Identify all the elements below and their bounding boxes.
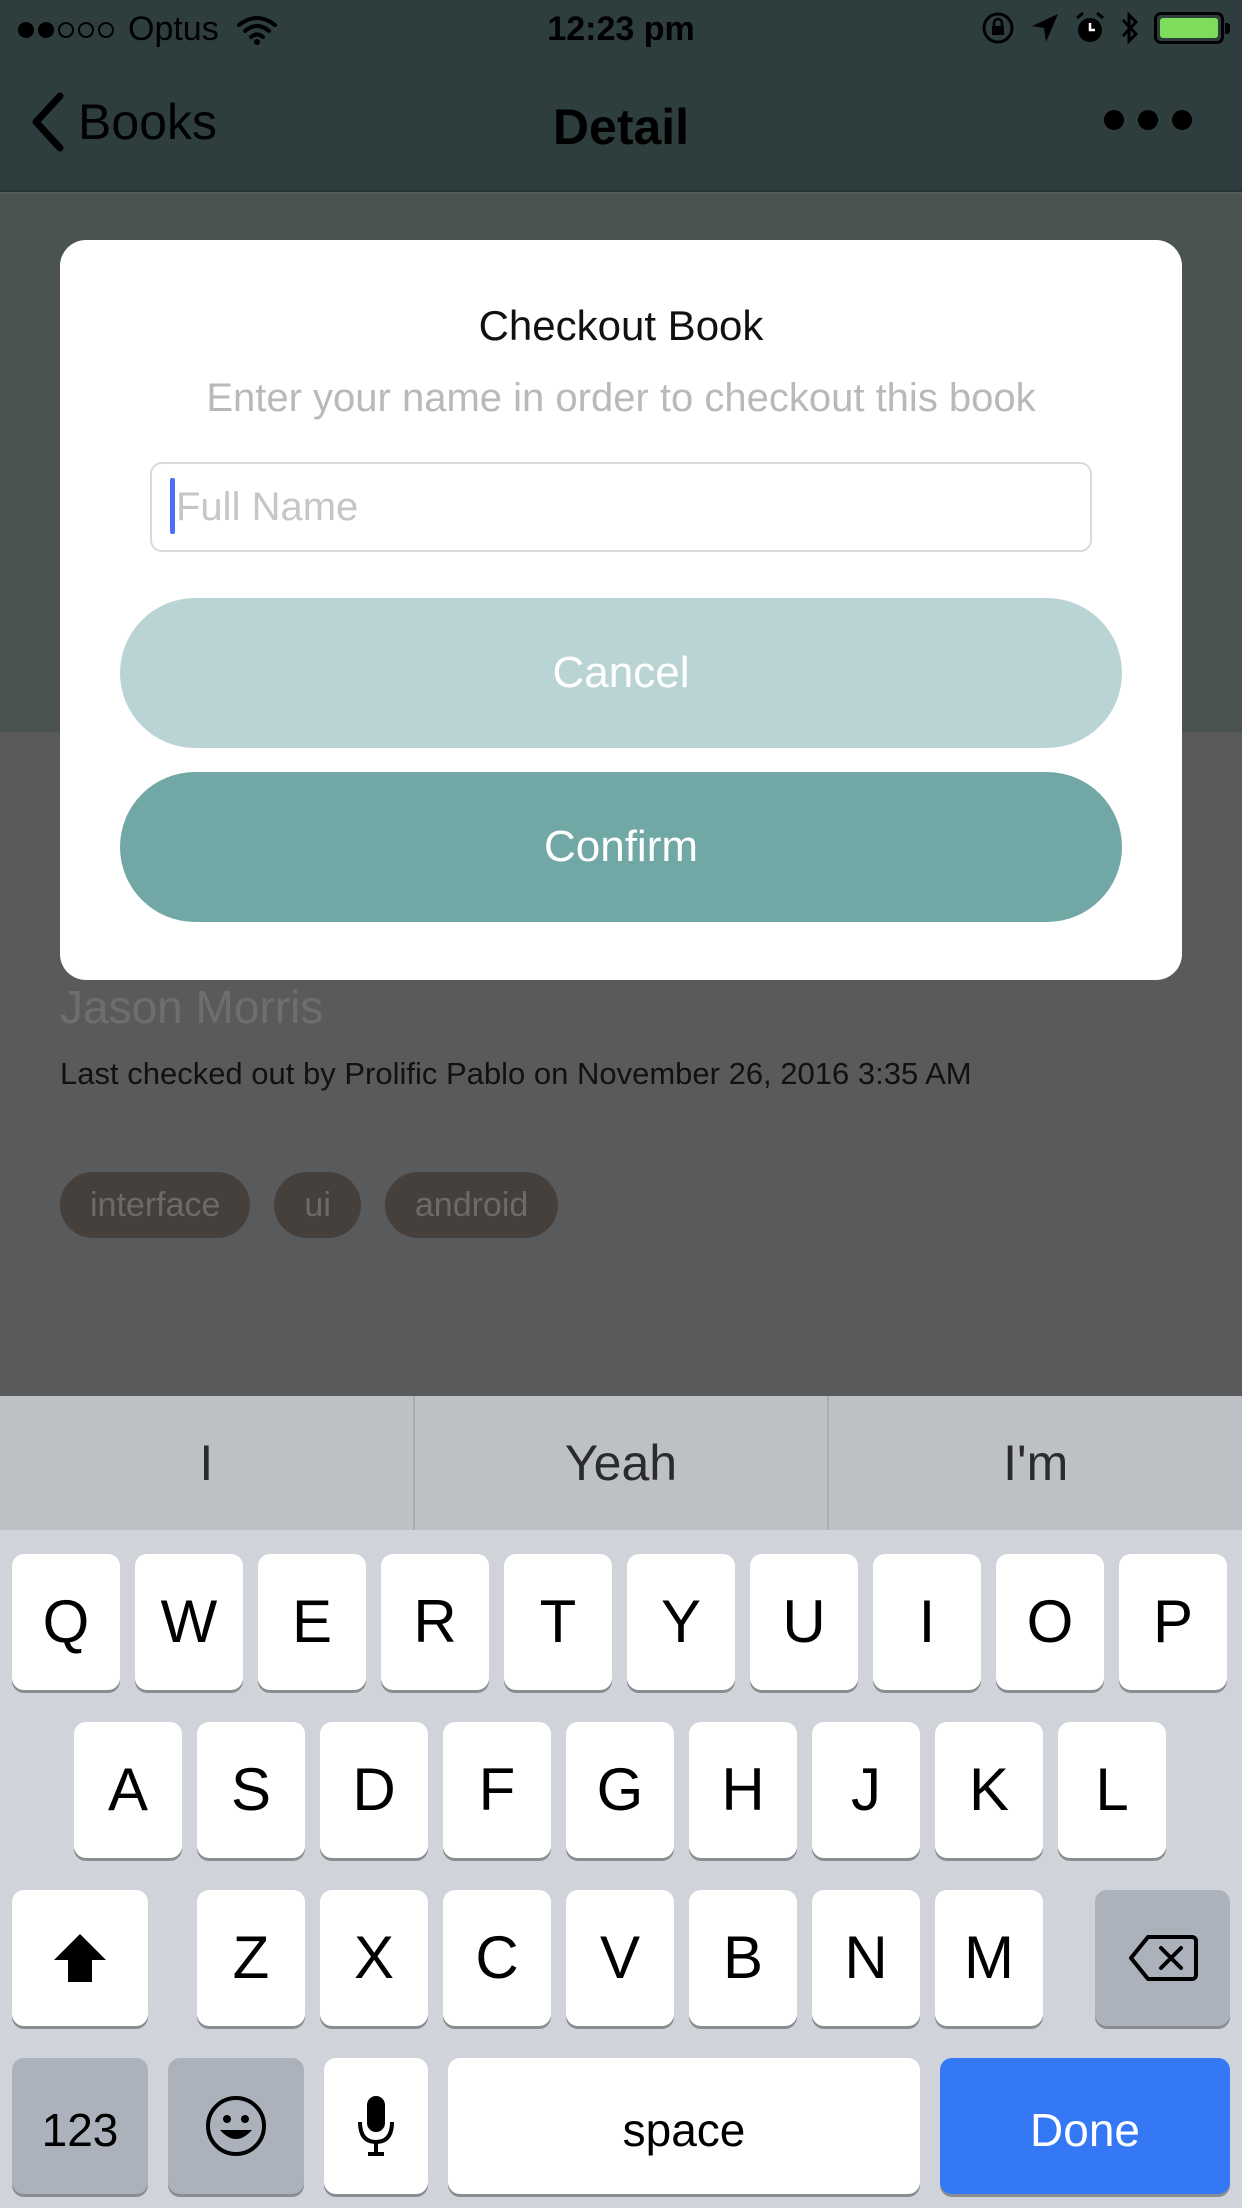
battery-icon — [1154, 12, 1230, 44]
key-n[interactable]: N — [812, 1890, 920, 2026]
battery-fill — [1160, 18, 1218, 38]
key-j[interactable]: J — [812, 1722, 920, 1858]
key-q[interactable]: Q — [12, 1554, 120, 1690]
tag-list: interface ui android — [60, 1172, 559, 1238]
chevron-left-icon — [32, 92, 64, 152]
shift-key[interactable] — [12, 1890, 148, 2026]
key-d[interactable]: D — [320, 1722, 428, 1858]
numbers-key-label: 123 — [41, 2104, 119, 2156]
backspace-key[interactable] — [1095, 1890, 1230, 2026]
rotation-lock-icon — [982, 12, 1014, 44]
alarm-icon — [1076, 11, 1104, 42]
last-checkout-text: Last checked out by Prolific Pablo on No… — [60, 1056, 972, 1091]
bluetooth-icon — [1121, 11, 1139, 45]
key-k[interactable]: K — [935, 1722, 1043, 1858]
backspace-icon — [1128, 1935, 1198, 1981]
space-key-label: space — [622, 2104, 746, 2156]
back-button[interactable]: Books — [30, 92, 217, 152]
key-v[interactable]: V — [566, 1890, 674, 2026]
book-author: Jason Morris — [60, 981, 324, 1033]
done-key[interactable]: Done — [940, 2058, 1230, 2194]
on-screen-keyboard: Q W E R T Y U I O P A S D F G H J K L Z … — [0, 1530, 1242, 2208]
key-w[interactable]: W — [135, 1554, 243, 1690]
key-a[interactable]: A — [74, 1722, 182, 1858]
status-bar: Optus 12:23 pm — [0, 0, 1242, 60]
tag-chip: android — [384, 1172, 559, 1238]
dialog-title: Checkout Book — [478, 302, 764, 349]
dialog-subtitle: Enter your name in order to checkout thi… — [206, 376, 1036, 420]
key-f[interactable]: F — [443, 1722, 551, 1858]
suggestion-item[interactable]: I'm — [829, 1396, 1242, 1530]
tag-chip: ui — [274, 1172, 361, 1238]
back-label: Books — [78, 94, 217, 150]
numbers-key[interactable]: 123 — [12, 2058, 148, 2194]
status-icons — [980, 10, 1230, 46]
key-y[interactable]: Y — [627, 1554, 735, 1690]
key-m[interactable]: M — [935, 1890, 1043, 2026]
key-t[interactable]: T — [504, 1554, 612, 1690]
key-u[interactable]: U — [750, 1554, 858, 1690]
navigation-bar: Books Detail — [0, 60, 1242, 192]
ellipsis-icon[interactable] — [1104, 110, 1192, 130]
key-g[interactable]: G — [566, 1722, 674, 1858]
key-h[interactable]: H — [689, 1722, 797, 1858]
key-z[interactable]: Z — [197, 1890, 305, 2026]
done-key-label: Done — [1030, 2104, 1140, 2156]
emoji-key[interactable] — [168, 2058, 304, 2194]
key-b[interactable]: B — [689, 1890, 797, 2026]
location-arrow-icon — [1032, 14, 1058, 42]
key-s[interactable]: S — [197, 1722, 305, 1858]
key-p[interactable]: P — [1119, 1554, 1227, 1690]
key-c[interactable]: C — [443, 1890, 551, 2026]
key-x[interactable]: X — [320, 1890, 428, 2026]
suggestion-item[interactable]: I — [0, 1396, 413, 1530]
ellipsis-dot — [1104, 110, 1124, 130]
suggestion-item[interactable]: Yeah — [415, 1396, 828, 1530]
confirm-button[interactable]: Confirm — [120, 772, 1122, 922]
emoji-icon — [206, 2096, 266, 2156]
ellipsis-dot — [1138, 110, 1158, 130]
space-key[interactable]: space — [448, 2058, 920, 2194]
full-name-input[interactable] — [150, 462, 1092, 552]
shift-arrow-icon — [54, 1934, 106, 1982]
checkout-dialog: Checkout Book Enter your name in order t… — [60, 240, 1182, 980]
dictation-key[interactable] — [324, 2058, 428, 2194]
text-caret — [170, 478, 175, 534]
key-r[interactable]: R — [381, 1554, 489, 1690]
cancel-button[interactable]: Cancel — [120, 598, 1122, 748]
key-o[interactable]: O — [996, 1554, 1104, 1690]
microphone-icon — [358, 2096, 394, 2156]
ellipsis-dot — [1172, 110, 1192, 130]
key-i[interactable]: I — [873, 1554, 981, 1690]
key-e[interactable]: E — [258, 1554, 366, 1690]
tag-chip: interface — [60, 1172, 251, 1238]
key-l[interactable]: L — [1058, 1722, 1166, 1858]
keyboard-suggestion-bar: I Yeah I'm — [0, 1396, 1242, 1530]
